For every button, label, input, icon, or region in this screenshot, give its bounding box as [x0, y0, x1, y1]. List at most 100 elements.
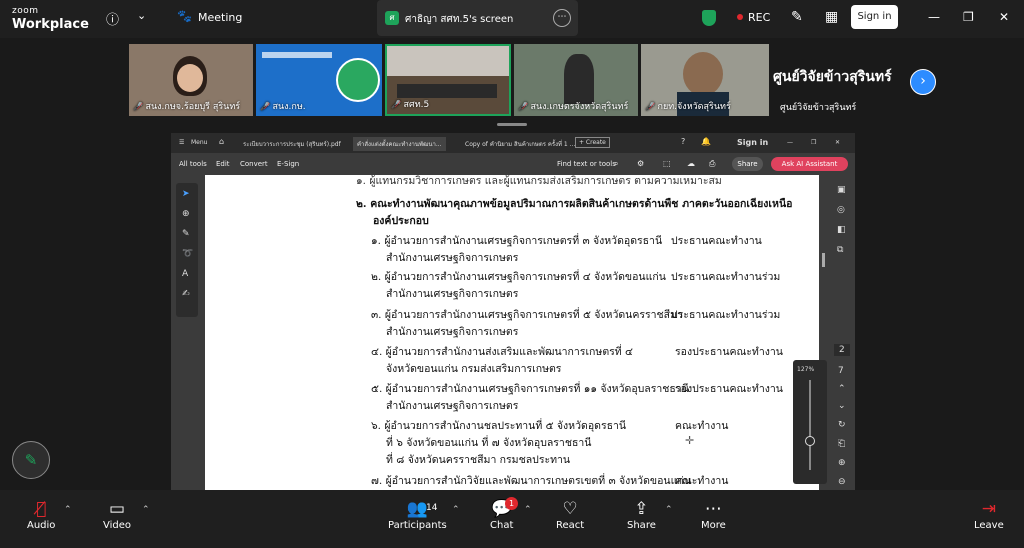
annotate-pen-button[interactable]: ✎: [12, 441, 50, 479]
doc-item: ๗. ผู้อำนวยการสำนักวิจัยและพัฒนาการเกษตร…: [371, 475, 691, 487]
chat-bubble-icon[interactable]: ◎: [837, 205, 845, 215]
shield-icon[interactable]: [702, 10, 716, 26]
bookmark-icon[interactable]: ◧: [837, 225, 846, 235]
convert-tool[interactable]: Convert: [240, 160, 268, 168]
share-button[interactable]: ⇪ Share: [627, 498, 656, 531]
menu-icon[interactable]: ☰: [179, 139, 184, 146]
chevron-up-icon[interactable]: ⌃: [64, 505, 72, 515]
esign-tool[interactable]: E-Sign: [277, 160, 299, 168]
save-icon[interactable]: ⬚: [663, 159, 671, 168]
ask-ai-button[interactable]: Ask AI Assistant: [771, 157, 848, 171]
shared-screen: ☰ Menu ⌂ ระเบียบวาระการประชุม (สุรินทร์)…: [171, 133, 855, 490]
pdf-sign-in[interactable]: Sign in: [737, 138, 768, 147]
chevron-up-icon[interactable]: ⌃: [838, 384, 846, 394]
help-icon[interactable]: ?: [681, 137, 685, 146]
doc-item-sub: สำนักงานเศรษฐกิจการเกษตร: [386, 326, 519, 338]
logo-line1: zoom: [12, 6, 39, 16]
share-screen-icon: ⇪: [634, 499, 649, 519]
apps-grid-icon[interactable]: ▦: [825, 9, 838, 25]
pdf-restore-icon[interactable]: ❐: [811, 139, 816, 146]
zoom-in-icon[interactable]: ⊕: [838, 458, 846, 468]
chevron-up-icon[interactable]: ⌃: [665, 505, 673, 515]
rec-indicator[interactable]: REC: [737, 11, 770, 24]
copy-icon[interactable]: ⧉: [837, 245, 843, 255]
audio-label: Audio: [27, 520, 56, 531]
pdf-minimize-icon[interactable]: —: [787, 139, 793, 146]
participant-tile[interactable]: กยท.จังหวัดสุรินทร์: [641, 44, 769, 116]
zoom-slider-knob[interactable]: [805, 436, 815, 446]
more-options-icon[interactable]: ⋯: [553, 9, 571, 27]
lasso-icon[interactable]: ➰: [182, 249, 193, 259]
select-icon[interactable]: ➤: [182, 189, 190, 199]
pdf-tab[interactable]: ระเบียบวาระการประชุม (สุรินทร์).pdf: [243, 139, 341, 149]
search-icon[interactable]: ⌕: [614, 159, 618, 169]
annotate-icon[interactable]: ✎: [791, 9, 803, 25]
stamp-icon[interactable]: ✍: [182, 289, 190, 299]
participant-tile[interactable]: สนง.เกษตรจังหวัดสุรินทร์: [514, 44, 638, 116]
screen-share-tab[interactable]: ศ ศาธิญา สศท.5's screen ⋯: [377, 0, 578, 36]
chevron-up-icon[interactable]: ⌃: [142, 505, 150, 515]
pdf-share-button[interactable]: Share: [732, 157, 763, 171]
sign-in-button[interactable]: Sign in: [851, 5, 898, 29]
all-tools[interactable]: All tools: [179, 160, 207, 168]
text-icon[interactable]: A: [182, 269, 188, 279]
participant-name: สนง.เกษตรจังหวัดสุรินทร์: [518, 99, 629, 113]
participant-name-large: ศูนย์วิจัยข้าวสุรินทร์: [773, 69, 892, 85]
logo-line2: Workplace: [12, 17, 89, 32]
tool-icon[interactable]: ⚙: [637, 159, 644, 168]
minimize-icon[interactable]: —: [928, 10, 940, 24]
page-icon[interactable]: ⎗: [838, 439, 845, 449]
people-icon: 👥: [406, 499, 428, 519]
chevron-up-icon[interactable]: ⌃: [524, 505, 532, 515]
edit-tool[interactable]: Edit: [216, 160, 230, 168]
page-number[interactable]: 2: [834, 344, 850, 356]
restore-icon[interactable]: ❐: [963, 10, 974, 24]
doc-item: ๑. ผู้อำนวยการสำนักงานเศรษฐกิจการเกษตรที…: [371, 235, 663, 247]
zoom-icon[interactable]: ⊕: [182, 209, 190, 219]
doc-item: ๓. ผู้อำนวยการสำนักงานเศรษฐกิจการเกษตรที…: [371, 309, 683, 321]
scrollbar-thumb[interactable]: [822, 253, 825, 267]
pdf-tab[interactable]: Copy of คำนิยาม สินค้าเกษตร ครั้งที่ 1 .…: [465, 139, 575, 149]
home-icon[interactable]: ⌂: [219, 137, 224, 146]
pdf-close-icon[interactable]: ✕: [835, 139, 840, 146]
close-icon[interactable]: ✕: [999, 10, 1009, 24]
doc-item-sub: ที่ ๘ จังหวัดนครราชสีมา กรมชลประทาน: [386, 454, 571, 466]
participant-name: สนง.กษ.: [260, 99, 306, 113]
find-tools[interactable]: Find text or tools: [557, 160, 616, 168]
print-icon[interactable]: ⎙: [709, 159, 715, 169]
zoom-slider-track[interactable]: [809, 380, 811, 470]
rotate-icon[interactable]: ↻: [838, 420, 846, 430]
react-button[interactable]: ♡ React: [556, 498, 584, 531]
video-button[interactable]: ▭ Video: [103, 498, 131, 531]
upload-icon[interactable]: ☁: [687, 159, 695, 168]
video-label: Video: [103, 520, 132, 531]
info-icon[interactable]: ⓘ: [106, 9, 119, 28]
participant-tile[interactable]: สนง.กษจ.ร้อยบุรี สุรินทร์: [129, 44, 253, 116]
participants-button[interactable]: 👥 Participants: [388, 498, 447, 531]
participant-tile[interactable]: สนง.กษ.: [256, 44, 382, 116]
zoom-logo: zoom Workplace: [12, 6, 89, 32]
menu-label[interactable]: Menu: [191, 139, 207, 146]
pen-icon[interactable]: ✎: [182, 229, 190, 239]
bell-icon[interactable]: 🔔: [701, 137, 711, 146]
participants-label: Participants: [388, 520, 447, 531]
more-button[interactable]: ⋯ More: [701, 498, 726, 531]
chevron-down-icon[interactable]: ⌄: [137, 9, 146, 22]
resize-handle[interactable]: [497, 123, 527, 126]
pdf-tab-active[interactable]: คำสั่งแต่งตั้งคณะทำงานพัฒนา...: [353, 137, 446, 151]
comment-icon[interactable]: ▣: [837, 185, 846, 195]
leave-button[interactable]: ⇥ Leave: [974, 498, 1004, 531]
next-page-button[interactable]: ›: [910, 69, 936, 95]
doc-role: ประธานคณะทำงาน: [671, 235, 762, 247]
create-button[interactable]: + Create: [575, 137, 610, 148]
zoom-out-icon[interactable]: ⊖: [838, 477, 846, 487]
chevron-up-icon[interactable]: ⌃: [452, 505, 460, 515]
leave-icon: ⇥: [981, 499, 996, 519]
ministry-logo: [336, 58, 380, 102]
doc-heading: ๒. คณะทำงานพัฒนาคุณภาพข้อมูลปริมาณการผลิ…: [356, 198, 793, 210]
doc-item-sub: สำนักงานเศรษฐกิจการเกษตร: [386, 288, 519, 300]
audio-button[interactable]: 🎙̸ Audio: [27, 498, 55, 531]
screen-share-title: ศาธิญา สศท.5's screen: [405, 14, 514, 25]
participant-tile-active[interactable]: สศท.5: [385, 44, 511, 116]
chevron-down-icon[interactable]: ⌄: [838, 401, 846, 411]
